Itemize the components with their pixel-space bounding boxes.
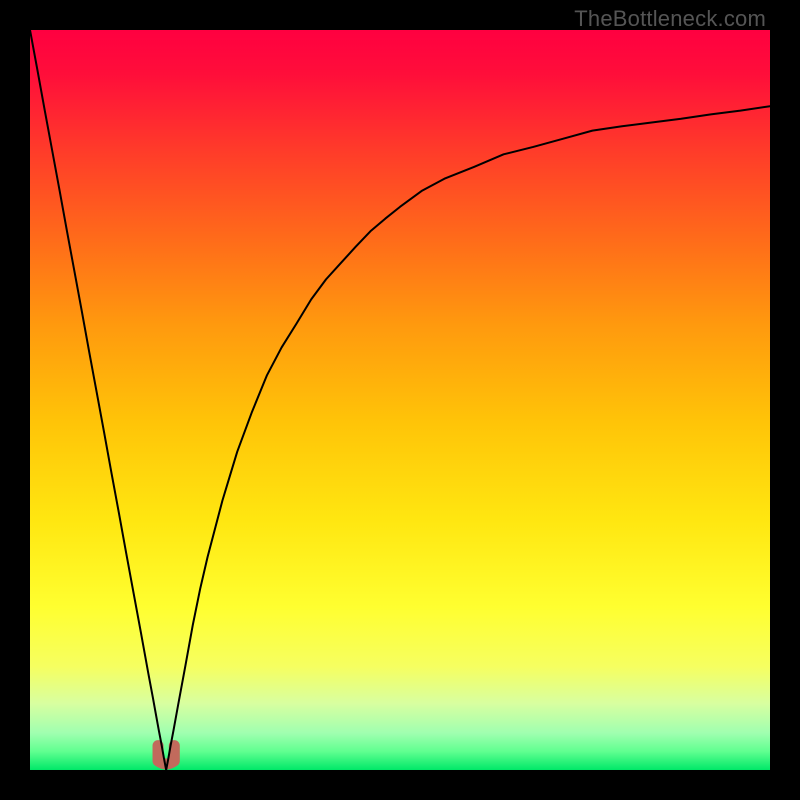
bottleneck-curve xyxy=(30,30,770,770)
chart-frame: TheBottleneck.com xyxy=(0,0,800,800)
watermark-text: TheBottleneck.com xyxy=(574,6,766,32)
plot-area xyxy=(30,30,770,770)
curve-layer xyxy=(30,30,770,770)
optimum-bump xyxy=(158,746,174,764)
